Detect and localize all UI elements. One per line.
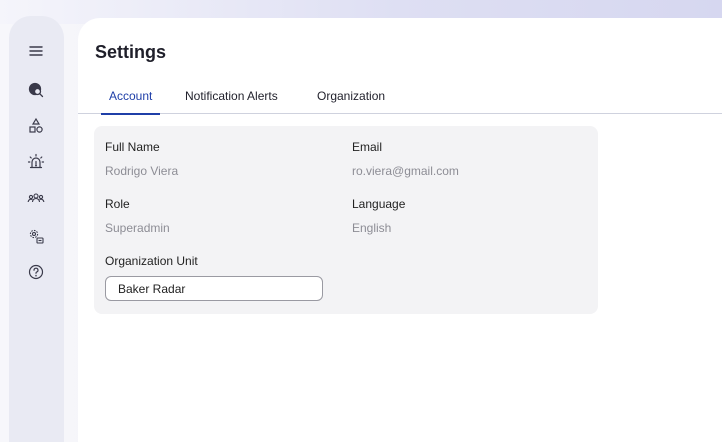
tab-account[interactable]: Account [100,88,161,115]
alarm-icon[interactable] [21,147,51,177]
shapes-icon[interactable] [21,111,51,141]
menu-icon[interactable] [21,36,51,66]
organization-unit-field[interactable] [105,276,323,301]
language-label: Language [352,197,406,211]
role-value: Superadmin [105,221,170,235]
language-value: English [352,221,392,235]
gear-cluster-icon[interactable] [21,221,51,251]
role-label: Role [105,197,130,211]
organization-unit-label: Organization Unit [105,254,198,268]
help-icon[interactable] [21,257,51,287]
team-icon[interactable] [21,184,51,214]
tab-bar: Account Notification Alerts Organization [78,88,722,115]
full-name-label: Full Name [105,140,160,154]
main-panel: Settings Account Notification Alerts Org… [78,18,722,442]
sidebar [9,16,64,442]
tab-notification-alerts[interactable]: Notification Alerts [185,88,278,114]
account-details-card: Full Name Rodrigo Viera Email ro.viera@g… [94,126,598,314]
full-name-value: Rodrigo Viera [105,164,179,178]
globe-search-icon[interactable] [21,75,51,105]
page-title: Settings [95,42,167,62]
tab-organization[interactable]: Organization [317,88,385,114]
email-label: Email [352,140,383,154]
email-value: ro.viera@gmail.com [352,164,459,178]
